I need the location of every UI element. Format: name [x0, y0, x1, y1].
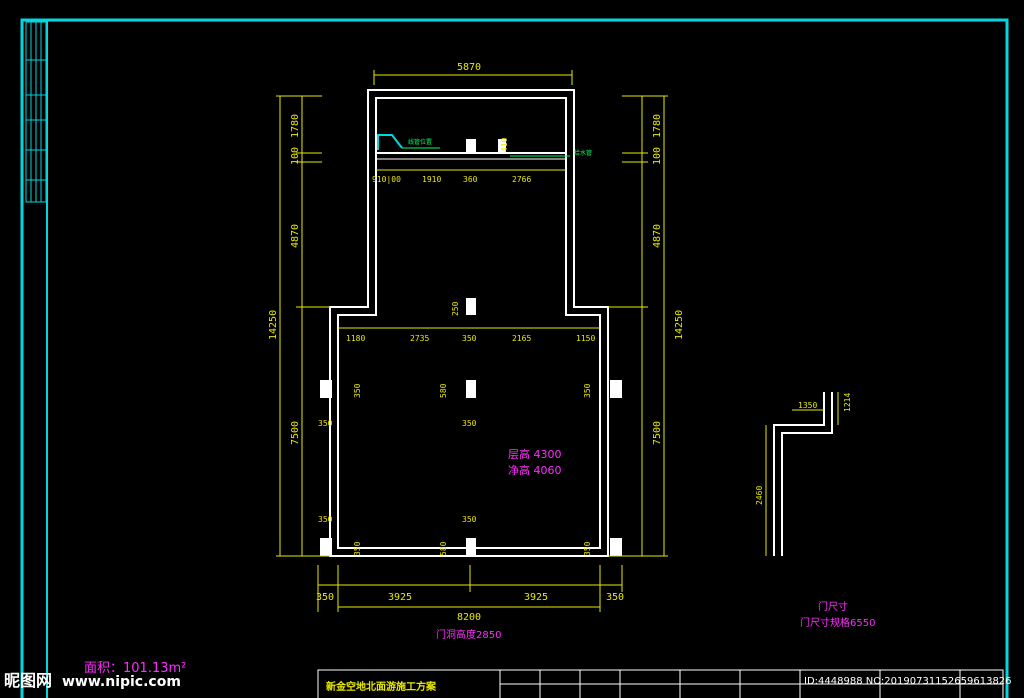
column: [466, 298, 476, 315]
detail-dim-c: 2460: [755, 486, 764, 505]
detail-dim-a: 1350: [798, 401, 817, 410]
detail-sub: 门尺寸规格6550: [800, 616, 875, 629]
note-height-b: 净高 4060: [508, 463, 562, 477]
leader-b-label: 给水管: [574, 149, 592, 157]
dim-left-lower: 7500: [290, 421, 301, 445]
dim-right-upper: 4870: [652, 224, 663, 248]
dim-bottom-2: 3925: [524, 592, 548, 603]
watermark-url: www.nipic.com: [62, 674, 181, 690]
door-detail: [773, 392, 833, 556]
dim-left-top-a: 1780: [290, 114, 301, 138]
dim-mid-2: 350: [462, 334, 477, 343]
col-mark-7: 350: [583, 541, 592, 556]
dim-bottom-total: 8200: [457, 612, 481, 623]
dim-mid-0: 1180: [346, 334, 365, 343]
column: [466, 139, 476, 153]
column: [610, 380, 622, 398]
title-project: 新金空地北面游施工方案: [326, 680, 437, 693]
watermark-logo: 昵图网: [4, 671, 52, 690]
dim-upper-0: 910|00: [372, 175, 401, 184]
leader-a: [377, 134, 403, 150]
dim-mid-1: 2735: [410, 334, 429, 343]
dim-left-upper: 4870: [290, 224, 301, 248]
leader-a-label: 线管位置: [408, 138, 432, 146]
dim-left-top-b: 100: [290, 147, 301, 165]
column: [610, 538, 622, 556]
watermark-id: ID:4448988 NO:20190731152659613826: [804, 676, 1012, 687]
wall-inner: [337, 97, 601, 549]
column: [320, 380, 332, 398]
dim-upper-1: 1910: [422, 175, 441, 184]
col-mark-5: 350: [353, 541, 362, 556]
column: [320, 538, 332, 556]
dim-mid-3: 2165: [512, 334, 531, 343]
dim-upper-height: 410: [500, 137, 509, 152]
dim-right-top-b: 100: [652, 147, 663, 165]
col-mark-3: 350: [583, 383, 592, 398]
dim-upper-3: 2766: [512, 175, 531, 184]
dim-mid-4: 1150: [576, 334, 595, 343]
col-mark-1: 350: [318, 419, 333, 428]
dim-bottom-3: 350: [606, 592, 624, 603]
detail-dim-b: 1214: [843, 393, 852, 412]
dim-right-top-a: 1780: [652, 114, 663, 138]
note-height-a: 层高 4300: [508, 447, 562, 461]
dim-right-total: 14250: [674, 310, 685, 340]
column: [466, 380, 476, 398]
binding-strip: [25, 21, 47, 203]
column: [466, 538, 476, 556]
dim-top-width: 5870: [457, 62, 481, 73]
dim-right-lower: 7500: [652, 421, 663, 445]
col-mark-580-1: 580: [439, 541, 448, 556]
dim-col-mark: 250: [451, 301, 460, 316]
cad-drawing: 线管位置 给水管 5870 1780 100 4870 14250 7500 1…: [4, 18, 1012, 698]
col-mark-4: 350: [318, 515, 333, 524]
col-mark-2: 350: [462, 419, 477, 428]
col-mark-0: 350: [353, 383, 362, 398]
outer-frame: [20, 18, 1009, 698]
dim-bottom-1: 3925: [388, 592, 412, 603]
note-door: 门洞高度2850: [436, 628, 501, 641]
dim-left-total: 14250: [268, 310, 279, 340]
dim-bottom-0: 350: [316, 592, 334, 603]
col-mark-580-0: 580: [439, 383, 448, 398]
detail-title: 门尺寸: [818, 600, 848, 613]
detail-dims: [765, 392, 839, 556]
dim-upper-2: 360: [463, 175, 478, 184]
col-mark-6: 350: [462, 515, 477, 524]
columns: [320, 139, 622, 556]
